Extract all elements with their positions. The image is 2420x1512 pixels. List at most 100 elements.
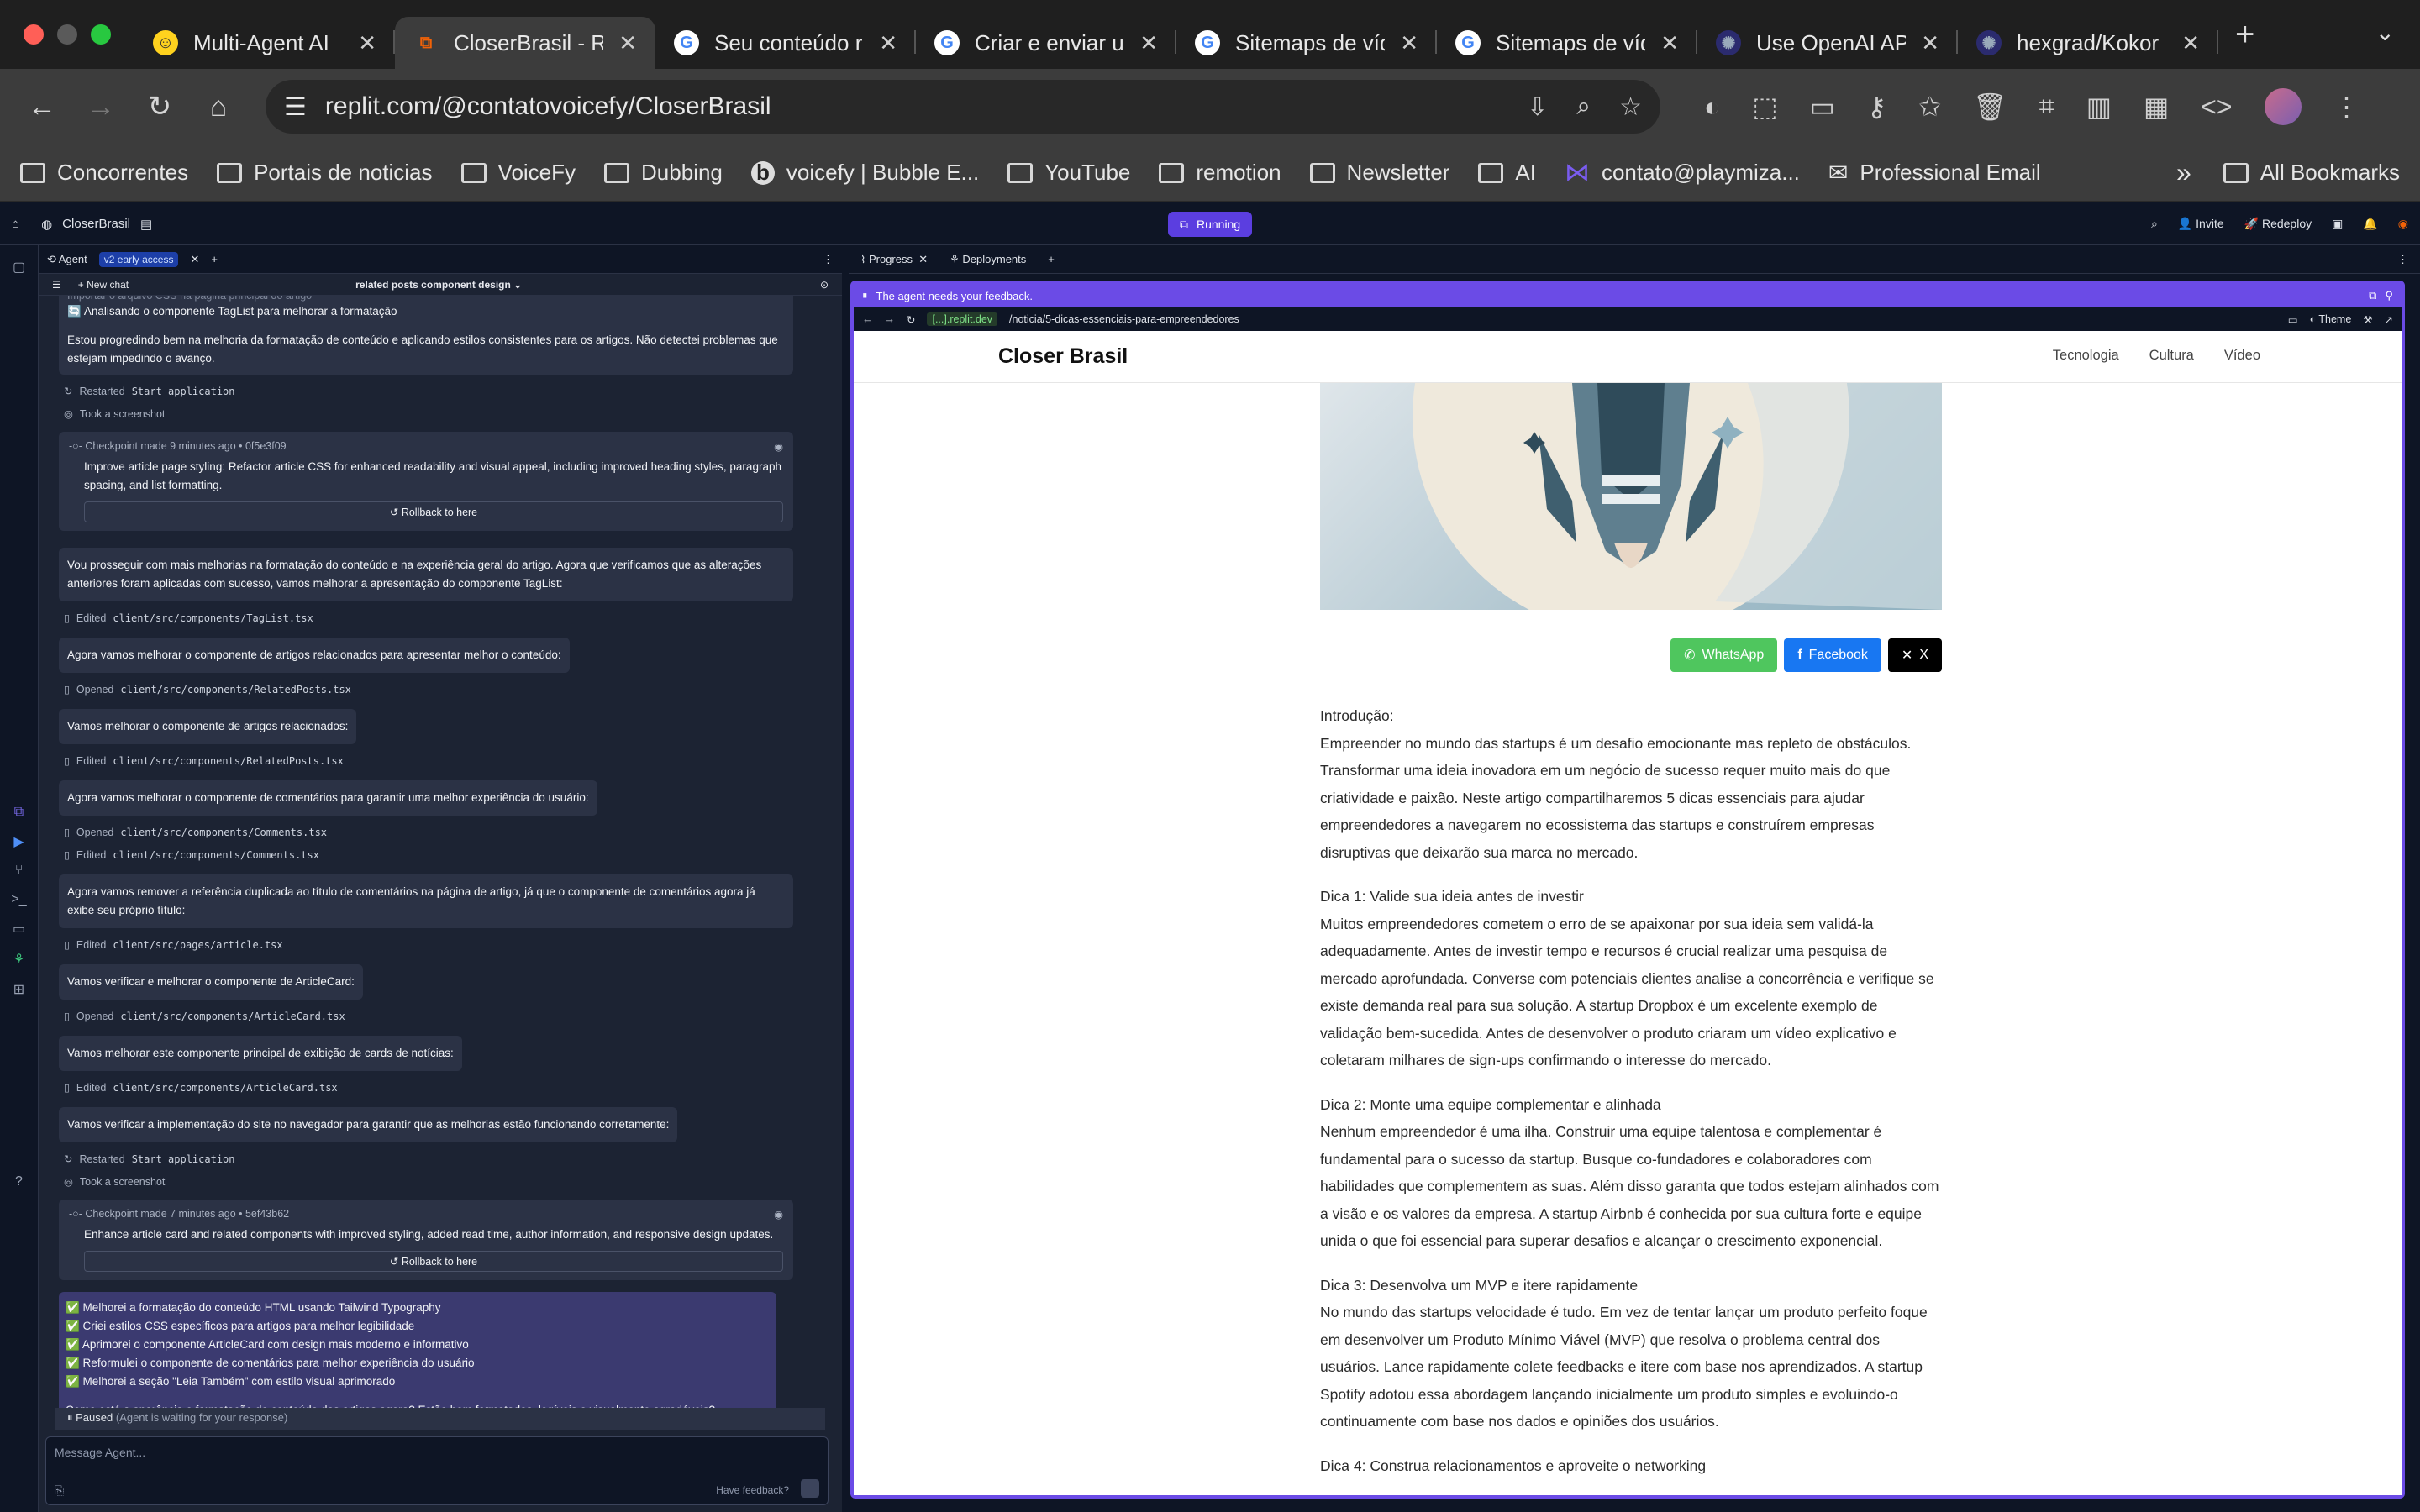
devices-icon[interactable]: ▭: [2288, 313, 2298, 326]
more-bookmarks-icon[interactable]: »: [2176, 157, 2191, 188]
action-edit[interactable]: ▯ Edited client/src/components/RelatedPost…: [64, 754, 842, 768]
new-tab-icon[interactable]: +: [2235, 16, 2254, 54]
all-tools-icon[interactable]: ⊞: [0, 981, 38, 998]
minimize-window-button[interactable]: [57, 24, 77, 45]
action-open[interactable]: ▯ Opened client/src/components/RelatedPost…: [64, 683, 842, 696]
devtools-icon[interactable]: ⚒: [2363, 313, 2372, 326]
add-tab-icon[interactable]: +: [1048, 253, 1055, 265]
user-avatar[interactable]: ◉: [2398, 217, 2408, 231]
expand-icon[interactable]: ⧉: [2369, 289, 2376, 302]
tab-agent[interactable]: ⟲ Agent: [47, 253, 87, 266]
action-screenshot[interactable]: ◎ Took a screenshot: [64, 407, 842, 421]
action-screenshot[interactable]: ◎ Took a screenshot: [64, 1175, 842, 1189]
extension-icon[interactable]: ◐: [1704, 92, 1720, 123]
bookmark-item[interactable]: ✉ Professional Email: [1828, 159, 2041, 186]
zoom-window-button[interactable]: [91, 24, 111, 45]
close-tab-icon[interactable]: ✕: [190, 253, 199, 266]
rollback-button[interactable]: ↺ Rollback to here: [84, 1251, 783, 1272]
card-icon[interactable]: ▭: [1810, 91, 1835, 123]
zoom-icon[interactable]: ⌕: [1576, 92, 1591, 122]
address-bar[interactable]: ☰ replit.com/@contatovoicefy/CloserBrasi…: [266, 80, 1660, 134]
bookmark-item[interactable]: VoiceFy: [460, 160, 576, 186]
redeploy-button[interactable]: 🚀 Redeploy: [2244, 217, 2312, 231]
eye-icon[interactable]: ◉: [774, 1208, 783, 1221]
bookmark-star-icon[interactable]: ☆: [1619, 92, 1642, 122]
close-tab-icon[interactable]: ✕: [358, 30, 376, 56]
share-facebook-button[interactable]: f Facebook: [1784, 638, 1881, 672]
tab-deployments[interactable]: ⚘ Deployments: [950, 253, 1026, 266]
action-restart[interactable]: ↻ Restarted Start application: [64, 1152, 842, 1166]
bookmark-item[interactable]: Newsletter: [1309, 160, 1449, 186]
theme-button[interactable]: ◐ Theme: [2310, 313, 2352, 325]
bookmark-item[interactable]: Dubbing: [604, 160, 723, 186]
invite-button[interactable]: 👤 Invite: [2178, 217, 2224, 231]
close-tab-icon[interactable]: ✕: [2181, 30, 2200, 56]
trash-icon[interactable]: 🗑: [1973, 91, 2007, 123]
open-new-tab-icon[interactable]: ↗: [2385, 313, 2393, 326]
bookmark-item[interactable]: Concorrentes: [20, 160, 188, 186]
close-window-button[interactable]: [24, 24, 44, 45]
star-extension-icon[interactable]: ✩: [1918, 91, 1941, 123]
pane-menu-icon[interactable]: ⋮: [823, 253, 834, 266]
browser-tab[interactable]: G Criar e enviar u ✕: [916, 17, 1176, 69]
run-icon[interactable]: ▶: [0, 833, 38, 850]
avatar[interactable]: [2264, 88, 2302, 125]
site-settings-icon[interactable]: ☰: [284, 92, 307, 122]
bookmark-item[interactable]: b voicefy | Bubble E...: [750, 160, 979, 186]
pane-menu-icon[interactable]: ⋮: [2397, 253, 2408, 266]
git-icon[interactable]: ⑂: [0, 864, 38, 879]
browser-tab[interactable]: ✺ Use OpenAI AP ✕: [1697, 17, 1958, 69]
bookmark-item[interactable]: remotion: [1159, 160, 1281, 186]
files-icon[interactable]: ▢: [0, 259, 38, 276]
home-icon[interactable]: ⌂: [200, 91, 237, 123]
site-logo[interactable]: Closer Brasil: [998, 344, 1128, 369]
close-tab-icon[interactable]: ✕: [879, 30, 897, 56]
browser-tab[interactable]: G Sitemaps de víd ✕: [1437, 17, 1697, 69]
forward-icon[interactable]: →: [885, 313, 896, 325]
bookmark-item[interactable]: ⋈ contato@playmiza...: [1565, 158, 1800, 187]
browser-tab-active[interactable]: ⧉ CloserBrasil - R ✕: [395, 17, 655, 69]
console-icon[interactable]: >_: [0, 892, 38, 907]
add-tab-icon[interactable]: +: [211, 253, 218, 265]
action-edit[interactable]: ▯ Edited client/src/components/TagList.tsx: [64, 612, 842, 625]
puzzle-icon[interactable]: ⬚: [1752, 91, 1777, 123]
pane-splitter[interactable]: [842, 245, 849, 1512]
nav-item-video[interactable]: Vídeo: [2224, 348, 2260, 364]
bookmark-item[interactable]: Portais de noticias: [217, 160, 433, 186]
tools-icon[interactable]: ⧉: [0, 805, 38, 820]
close-tab-icon[interactable]: ✕: [1139, 30, 1158, 56]
bookmark-item[interactable]: YouTube: [1007, 160, 1130, 186]
nav-item-tecnologia[interactable]: Tecnologia: [2053, 348, 2119, 364]
chat-title[interactable]: related posts component design ⌄: [355, 279, 522, 291]
close-tab-icon[interactable]: ✕: [1921, 30, 1939, 56]
share-whatsapp-button[interactable]: ✆ WhatsApp: [1670, 638, 1778, 672]
action-open[interactable]: ▯ Opened client/src/components/ArticleCard…: [64, 1010, 842, 1023]
key-icon[interactable]: ⚷: [1867, 91, 1886, 123]
window-icon[interactable]: ▣: [2332, 217, 2343, 231]
screenshot-icon[interactable]: ⌗: [2039, 91, 2054, 123]
attach-icon[interactable]: ⎘: [55, 1483, 64, 1498]
action-open[interactable]: ▯ Opened client/src/components/Comments.ts…: [64, 826, 842, 839]
deploy-icon[interactable]: ⚘: [0, 951, 38, 968]
browser-tab[interactable]: ✺ hexgrad/Kokor ✕: [1958, 17, 2218, 69]
back-icon[interactable]: ←: [862, 313, 873, 325]
url-text[interactable]: replit.com/@contatovoicefy/CloserBrasil: [325, 92, 771, 121]
message-agent-input[interactable]: Message Agent... ⎘ Have feedback?: [45, 1436, 829, 1505]
install-icon[interactable]: ⇩: [1527, 92, 1548, 122]
layout-icon[interactable]: ▤: [140, 217, 152, 232]
browser-tab[interactable]: G Sitemaps de víd ✕: [1176, 17, 1437, 69]
rollback-button[interactable]: ↺ Rollback to here: [84, 501, 783, 522]
pin-icon[interactable]: ⚲: [2385, 289, 2393, 302]
action-restart[interactable]: ↻ Restarted Start application: [64, 385, 842, 398]
close-tab-icon[interactable]: ✕: [1400, 30, 1418, 56]
help-icon[interactable]: ?: [0, 1174, 38, 1189]
layout-icon[interactable]: ▦: [2144, 91, 2169, 123]
history-icon[interactable]: ☰: [52, 279, 61, 291]
bell-icon[interactable]: 🔔: [2363, 217, 2377, 231]
menu-icon[interactable]: ⋮: [2333, 91, 2360, 123]
nav-item-cultura[interactable]: Cultura: [2149, 348, 2194, 364]
chat-settings-icon[interactable]: ⊙: [820, 279, 829, 291]
action-edit[interactable]: ▯ Edited client/src/pages/article.tsx: [64, 938, 842, 952]
project-switcher[interactable]: ◍ CloserBrasil ▤: [41, 217, 152, 232]
close-tab-icon[interactable]: ✕: [1660, 30, 1679, 56]
